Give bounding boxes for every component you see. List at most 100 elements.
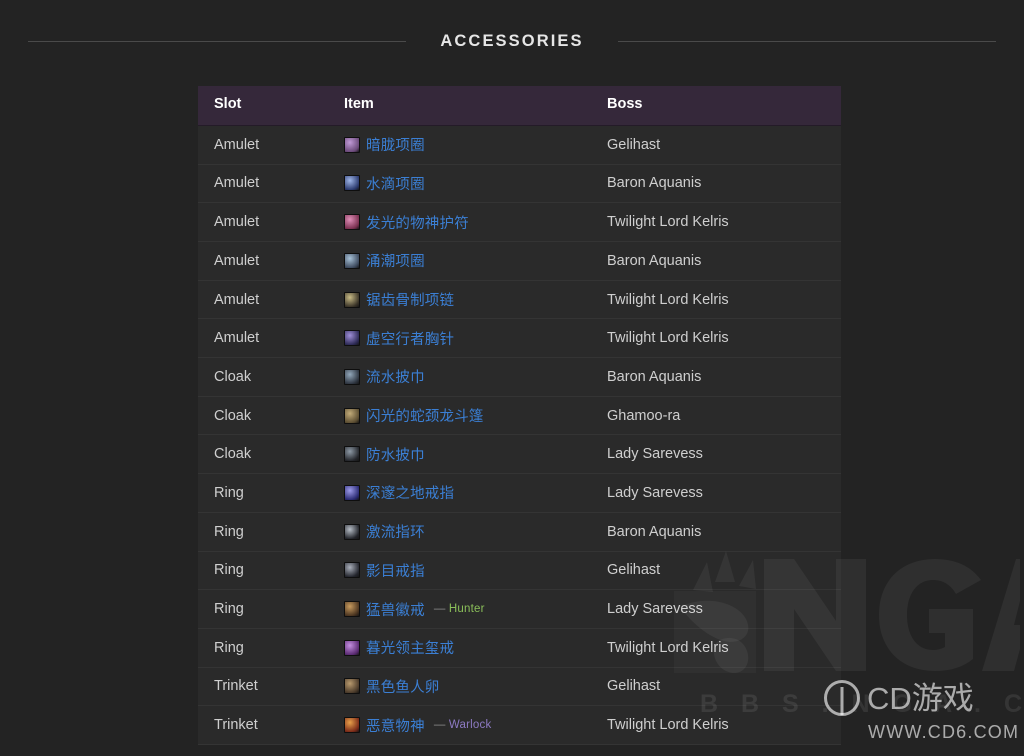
cell-slot: Amulet xyxy=(198,280,328,320)
cell-boss: Lady Sarevess xyxy=(591,589,841,629)
cell-item: 发光的物神护符 xyxy=(328,202,591,242)
item-link[interactable]: 猛兽徽戒 xyxy=(366,599,425,620)
item-cell-content: 黑色鱼人卵 xyxy=(344,676,591,697)
item-icon xyxy=(344,214,360,231)
item-link[interactable]: 暗胧项圈 xyxy=(366,134,425,155)
cell-slot: Ring xyxy=(198,551,328,591)
item-link[interactable]: 暮光领主玺戒 xyxy=(366,637,454,658)
cell-slot: Trinket xyxy=(198,667,328,707)
cell-boss: Twilight Lord Kelris xyxy=(591,280,841,320)
item-icon xyxy=(344,446,360,463)
cell-slot: Ring xyxy=(198,473,328,513)
cell-boss: Gelihast xyxy=(591,667,841,707)
item-cell-content: 虚空行者胸针 xyxy=(344,328,591,349)
cell-item: 恶意物神 — Warlock xyxy=(328,705,591,745)
item-cell-content: 锯齿骨制项链 xyxy=(344,289,591,310)
divider-rule-left xyxy=(28,40,407,42)
item-link[interactable]: 防水披巾 xyxy=(366,444,425,465)
table-row: Ring 激流指环 Baron Aquanis xyxy=(198,512,841,552)
cell-item: 虚空行者胸针 xyxy=(328,318,591,359)
cell-boss: Twilight Lord Kelris xyxy=(591,202,841,242)
item-icon xyxy=(344,291,360,308)
item-class-restriction: — Warlock xyxy=(433,719,492,732)
table-row: Trinket 黑色鱼人卵 Gelihast xyxy=(198,667,841,707)
item-link[interactable]: 黑色鱼人卵 xyxy=(366,676,440,697)
cell-item: 深邃之地戒指 xyxy=(328,473,591,513)
table-row: Amulet 暗胧项圈 Gelihast xyxy=(198,125,841,165)
item-cell-content: 激流指环 xyxy=(344,521,591,542)
item-cell-content: 影目戒指 xyxy=(344,560,591,581)
column-header-item: Item xyxy=(328,86,591,126)
item-cell-content: 防水披巾 xyxy=(344,444,591,465)
cell-boss: Baron Aquanis xyxy=(591,241,841,281)
item-cell-content: 流水披巾 xyxy=(344,366,591,387)
cd6-brand-name: CD游戏 xyxy=(867,680,974,716)
cell-item: 暮光领主玺戒 xyxy=(328,628,591,668)
cell-boss: Baron Aquanis xyxy=(591,357,841,397)
item-link[interactable]: 发光的物神护符 xyxy=(366,212,469,233)
table-header: Slot Item Boss xyxy=(198,86,841,126)
item-link[interactable]: 锯齿骨制项链 xyxy=(366,289,454,310)
item-icon xyxy=(344,175,360,192)
item-link[interactable]: 恶意物神 xyxy=(366,715,425,736)
table-row: Trinket 恶意物神 — Warlock Twilight Lord Kelris xyxy=(198,705,841,745)
class-name-label: Hunter xyxy=(448,603,485,616)
item-cell-content: 猛兽徽戒 — Hunter xyxy=(344,599,591,620)
item-link[interactable]: 激流指环 xyxy=(366,521,425,542)
item-icon xyxy=(344,407,360,424)
cell-boss: Lady Sarevess xyxy=(591,473,841,513)
item-icon xyxy=(344,252,360,269)
item-cell-content: 水滴项圈 xyxy=(344,173,591,194)
cell-boss: Ghamoo-ra xyxy=(591,396,841,436)
column-header-slot: Slot xyxy=(198,86,328,126)
item-icon xyxy=(344,330,360,347)
cell-boss: Lady Sarevess xyxy=(591,434,841,475)
cell-boss: Gelihast xyxy=(591,551,841,591)
cell-item: 锯齿骨制项链 xyxy=(328,280,591,320)
table-row: Cloak 闪光的蛇颈龙斗篷 Ghamoo-ra xyxy=(198,396,841,436)
column-header-boss: Boss xyxy=(591,86,841,126)
item-icon xyxy=(344,368,360,385)
item-icon xyxy=(344,562,360,579)
divider-rule-right xyxy=(617,40,996,42)
cd6-watermark: CD游戏 WWW.CD6.COM xyxy=(824,680,1024,750)
cell-slot: Cloak xyxy=(198,434,328,475)
item-icon xyxy=(344,639,360,656)
cell-item: 流水披巾 xyxy=(328,357,591,397)
item-icon xyxy=(344,484,360,501)
table-row: Cloak 防水披巾 Lady Sarevess xyxy=(198,434,841,475)
item-cell-content: 恶意物神 — Warlock xyxy=(344,715,591,736)
table-row: Amulet 发光的物神护符 Twilight Lord Kelris xyxy=(198,202,841,242)
cell-slot: Ring xyxy=(198,589,328,629)
item-icon xyxy=(344,136,360,153)
cell-item: 防水披巾 xyxy=(328,434,591,475)
item-link[interactable]: 虚空行者胸针 xyxy=(366,328,454,349)
item-cell-content: 暮光领主玺戒 xyxy=(344,637,591,658)
cell-boss: Baron Aquanis xyxy=(591,164,841,204)
cell-slot: Cloak xyxy=(198,357,328,397)
table-row: Amulet 虚空行者胸针 Twilight Lord Kelris xyxy=(198,318,841,359)
item-cell-content: 涌潮项圈 xyxy=(344,250,591,271)
table-row: Ring 深邃之地戒指 Lady Sarevess xyxy=(198,473,841,513)
cell-item: 闪光的蛇颈龙斗篷 xyxy=(328,396,591,436)
cell-slot: Amulet xyxy=(198,318,328,359)
item-link[interactable]: 水滴项圈 xyxy=(366,173,425,194)
cell-slot: Ring xyxy=(198,512,328,552)
cell-item: 激流指环 xyxy=(328,512,591,552)
cell-boss: Twilight Lord Kelris xyxy=(591,318,841,359)
cell-item: 影目戒指 xyxy=(328,551,591,591)
table-row: Ring 影目戒指 Gelihast xyxy=(198,551,841,591)
item-icon xyxy=(344,717,360,734)
item-link[interactable]: 流水披巾 xyxy=(366,366,425,387)
item-link[interactable]: 涌潮项圈 xyxy=(366,250,425,271)
item-class-restriction: — Hunter xyxy=(433,603,485,616)
item-link[interactable]: 深邃之地戒指 xyxy=(366,482,454,503)
cell-boss: Gelihast xyxy=(591,125,841,165)
section-title: ACCESSORIES xyxy=(440,31,584,50)
class-name-label: Warlock xyxy=(448,719,492,732)
cell-item: 涌潮项圈 xyxy=(328,241,591,281)
item-link[interactable]: 影目戒指 xyxy=(366,560,425,581)
item-link[interactable]: 闪光的蛇颈龙斗篷 xyxy=(366,405,484,426)
item-icon xyxy=(344,523,360,540)
cd6-url: WWW.CD6.COM xyxy=(868,722,1020,742)
